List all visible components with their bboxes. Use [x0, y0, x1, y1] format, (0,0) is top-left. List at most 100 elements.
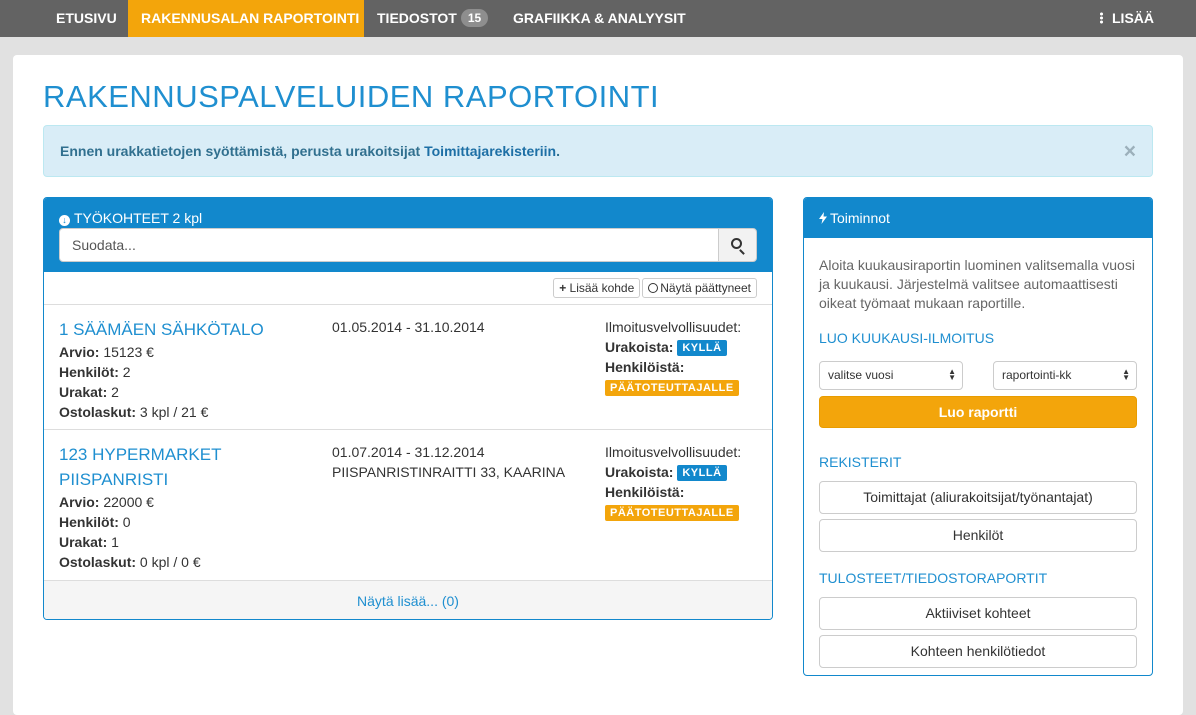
- worksite-dates: 01.05.2014 - 31.10.2014: [332, 319, 485, 335]
- main-card: RAKENNUSPALVELUIDEN RAPORTOINTI Ennen ur…: [13, 55, 1183, 715]
- status-badge: PÄÄTOTEUTTAJALLE: [605, 380, 739, 396]
- worksites-search: [59, 228, 757, 262]
- actions-panel-header: Toiminnot: [804, 198, 1152, 238]
- worksite-contracts: Urakat: 2: [59, 382, 309, 402]
- estimate-label: Arvio:: [59, 494, 100, 510]
- report-period-selects: valitse vuosi ▲ ▼ raportointi-kk ▲ ▼: [819, 361, 1137, 390]
- actions-body: Aloita kuukausiraportin luominen valitse…: [804, 256, 1152, 668]
- contracts-value: 1: [107, 534, 119, 550]
- status-badge: KYLLÄ: [677, 465, 727, 481]
- worksite-persons: Henkilöt: 2: [59, 362, 309, 382]
- worksite-row: 1 SÄÄMÄEN SÄHKÖTALO Arvio: 15123 € Henki…: [44, 304, 772, 430]
- invoices-value: 3 kpl / 21 €: [136, 404, 209, 420]
- worksite-contracts: Urakat: 1: [59, 532, 309, 552]
- nav-reporting[interactable]: RAKENNUSALAN RAPORTOINTI: [128, 0, 364, 37]
- month-select-value: raportointi-kk: [1002, 368, 1072, 382]
- worksite-persons: Henkilöt: 0: [59, 512, 309, 532]
- persons-obligation-label: Henkilöistä:: [605, 484, 685, 500]
- prints-heading: TULOSTEET/TIEDOSTORAPORTIT: [819, 570, 1048, 586]
- registers-heading: REKISTERIT: [819, 454, 902, 470]
- worksites-title: TYÖKOHTEET 2 kpl: [74, 210, 203, 226]
- contracts-obligation-label: Urakoista:: [605, 339, 674, 355]
- invoices-label: Ostolaskut:: [59, 404, 137, 420]
- nav-more[interactable]: LISÄÄ: [1100, 0, 1154, 37]
- invoices-label: Ostolaskut:: [59, 554, 137, 570]
- worksite-row: 123 HYPERMARKET PIISPANRISTI Arvio: 2200…: [44, 429, 772, 580]
- persons-value: 2: [118, 364, 131, 380]
- close-icon[interactable]: ×: [1124, 141, 1136, 162]
- actions-title: Toiminnot: [830, 210, 890, 226]
- worksite-address: PIISPANRISTINRAITTI 33, KAARINA: [332, 464, 566, 480]
- worksites-panel: ↓ TYÖKOHTEET 2 kpl + Lisää kohde Näytä pää…: [43, 197, 773, 620]
- show-ended-label: Näytä päättyneet: [660, 281, 751, 295]
- nav-home[interactable]: ETUSIVU: [56, 0, 117, 37]
- contracts-label: Urakat:: [59, 384, 108, 400]
- top-navbar: ETUSIVU RAKENNUSALAN RAPORTOINTI TIEDOST…: [0, 0, 1196, 37]
- add-worksite-label: Lisää kohde: [569, 281, 635, 295]
- worksites-panel-header: ↓ TYÖKOHTEET 2 kpl: [44, 198, 772, 272]
- alert-text: Ennen urakkatietojen syöttämistä, perust…: [60, 143, 425, 159]
- worksite-estimate: Arvio: 22000 €: [59, 492, 309, 512]
- clock-icon: [648, 283, 659, 293]
- worksite-info: 123 HYPERMARKET PIISPANRISTI Arvio: 2200…: [59, 442, 309, 572]
- search-button[interactable]: [718, 228, 757, 262]
- worksite-dates: 01.07.2014 - 31.12.2014: [332, 444, 485, 460]
- active-sites-button[interactable]: Aktiiviset kohteet: [819, 597, 1137, 630]
- create-report-button[interactable]: Luo raportti: [819, 396, 1137, 428]
- nav-files[interactable]: TIEDOSTOT 15: [377, 0, 489, 37]
- circle-arrow-down-icon: ↓: [59, 215, 70, 226]
- actions-panel: Toiminnot Aloita kuukausiraportin luomin…: [803, 197, 1153, 676]
- nav-graphics[interactable]: GRAFIIKKA & ANALYYSIT: [513, 0, 686, 37]
- persons-value: 0: [118, 514, 131, 530]
- worksite-obligations: Ilmoitusvelvollisuudet: Urakoista: KYLLÄ…: [605, 317, 765, 397]
- worksite-obligations: Ilmoitusvelvollisuudet: Urakoista: KYLLÄ…: [605, 442, 765, 522]
- worksites-toolbar: + Lisää kohde Näytä päättyneet: [551, 278, 757, 298]
- month-select[interactable]: raportointi-kk ▲ ▼: [993, 361, 1137, 390]
- contracts-value: 2: [107, 384, 119, 400]
- invoices-value: 0 kpl / 0 €: [136, 554, 201, 570]
- persons-button[interactable]: Henkilöt: [819, 519, 1137, 552]
- estimate-value: 15123 €: [99, 344, 154, 360]
- search-icon: [731, 238, 742, 249]
- contracts-obligation: Urakoista: KYLLÄ: [605, 337, 765, 357]
- actions-intro: Aloita kuukausiraportin luominen valitse…: [819, 257, 1135, 311]
- files-count-badge: 15: [460, 9, 489, 27]
- show-more-link[interactable]: Näytä lisää... (0): [44, 580, 772, 619]
- persons-obligation-label: Henkilöistä:: [605, 359, 685, 375]
- more-vertical-icon: [1100, 12, 1103, 24]
- worksite-period: 01.07.2014 - 31.12.2014 PIISPANRISTINRAI…: [332, 442, 592, 482]
- supplier-register-link[interactable]: Toimittajarekisteriin: [424, 143, 556, 159]
- worksites-filter-input[interactable]: [59, 228, 719, 262]
- status-badge: KYLLÄ: [677, 340, 727, 356]
- worksite-invoices: Ostolaskut: 3 kpl / 21 €: [59, 402, 309, 422]
- year-select[interactable]: valitse vuosi ▲ ▼: [819, 361, 963, 390]
- show-ended-button[interactable]: Näytä päättyneet: [642, 278, 757, 298]
- estimate-label: Arvio:: [59, 344, 100, 360]
- worksite-name-link[interactable]: 123 HYPERMARKET PIISPANRISTI: [59, 442, 309, 492]
- suppliers-button[interactable]: Toimittajat (aliurakoitsijat/työnantajat…: [819, 481, 1137, 514]
- plus-icon: +: [559, 281, 567, 295]
- estimate-value: 22000 €: [99, 494, 154, 510]
- worksite-period: 01.05.2014 - 31.10.2014: [332, 317, 592, 337]
- status-badge: PÄÄTOTEUTTAJALLE: [605, 505, 739, 521]
- persons-label: Henkilöt:: [59, 364, 119, 380]
- year-select-value: valitse vuosi: [828, 368, 894, 382]
- contracts-label: Urakat:: [59, 534, 108, 550]
- bolt-icon: [819, 212, 827, 224]
- worksite-estimate: Arvio: 15123 €: [59, 342, 309, 362]
- contracts-obligation: Urakoista: KYLLÄ: [605, 462, 765, 482]
- persons-obligation: PÄÄTOTEUTTAJALLE: [605, 377, 765, 397]
- worksites-title-row[interactable]: ↓ TYÖKOHTEET 2 kpl: [59, 210, 757, 226]
- info-alert: Ennen urakkatietojen syöttämistä, perust…: [43, 125, 1153, 177]
- nav-files-label: TIEDOSTOT: [377, 10, 457, 26]
- worksite-name-link[interactable]: 1 SÄÄMÄEN SÄHKÖTALO: [59, 317, 309, 342]
- alert-text-end: .: [556, 143, 561, 159]
- nav-more-label: LISÄÄ: [1112, 10, 1154, 26]
- worksite-invoices: Ostolaskut: 0 kpl / 0 €: [59, 552, 309, 572]
- obligations-label: Ilmoitusvelvollisuudet:: [605, 444, 742, 460]
- select-arrows-icon: ▲ ▼: [1122, 367, 1130, 382]
- site-persons-button[interactable]: Kohteen henkilötiedot: [819, 635, 1137, 668]
- persons-obligation: PÄÄTOTEUTTAJALLE: [605, 502, 765, 522]
- worksite-info: 1 SÄÄMÄEN SÄHKÖTALO Arvio: 15123 € Henki…: [59, 317, 309, 422]
- add-worksite-button[interactable]: + Lisää kohde: [553, 278, 641, 298]
